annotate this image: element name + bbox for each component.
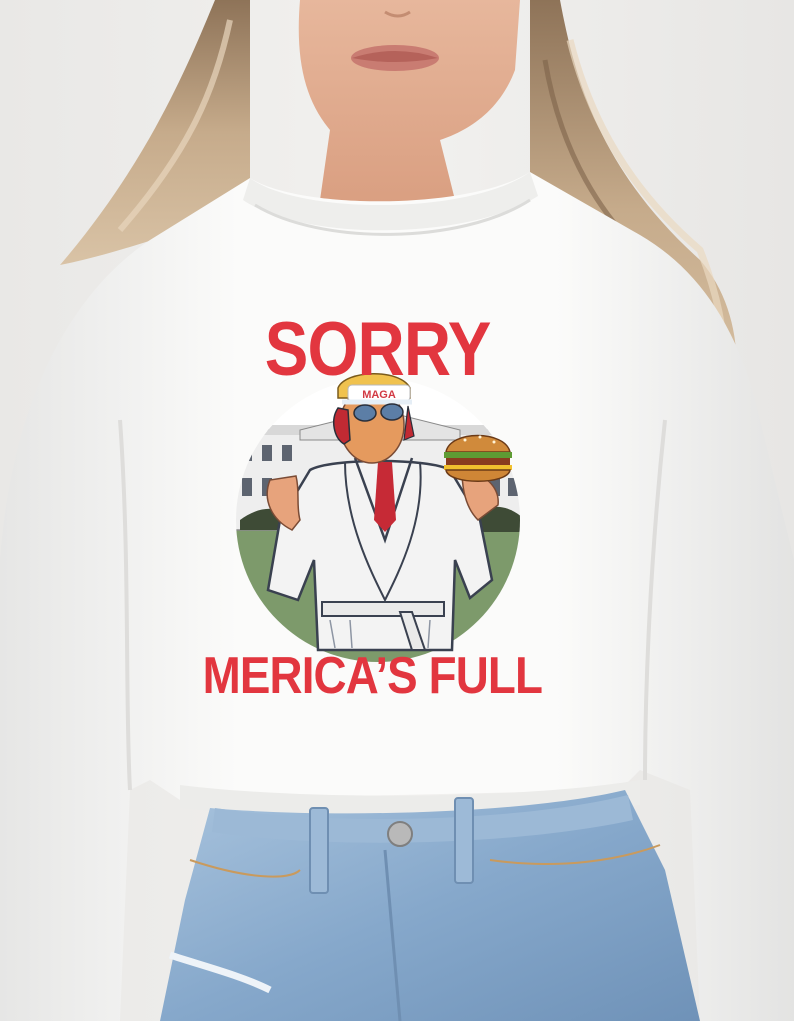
print-text-sorry: SORRY <box>264 307 492 392</box>
print-text-merica-full: MERICA’S FULL <box>202 647 543 705</box>
jeans-button <box>387 821 413 847</box>
jeans <box>160 790 700 1021</box>
burger <box>444 434 512 482</box>
sunglasses <box>353 404 377 422</box>
photo-illustration: MAGA <box>0 0 794 1021</box>
face-neck <box>298 0 520 212</box>
product-photo: MAGA SORRY MERICA’S FULL <box>0 0 794 1021</box>
red-tie <box>374 462 396 532</box>
